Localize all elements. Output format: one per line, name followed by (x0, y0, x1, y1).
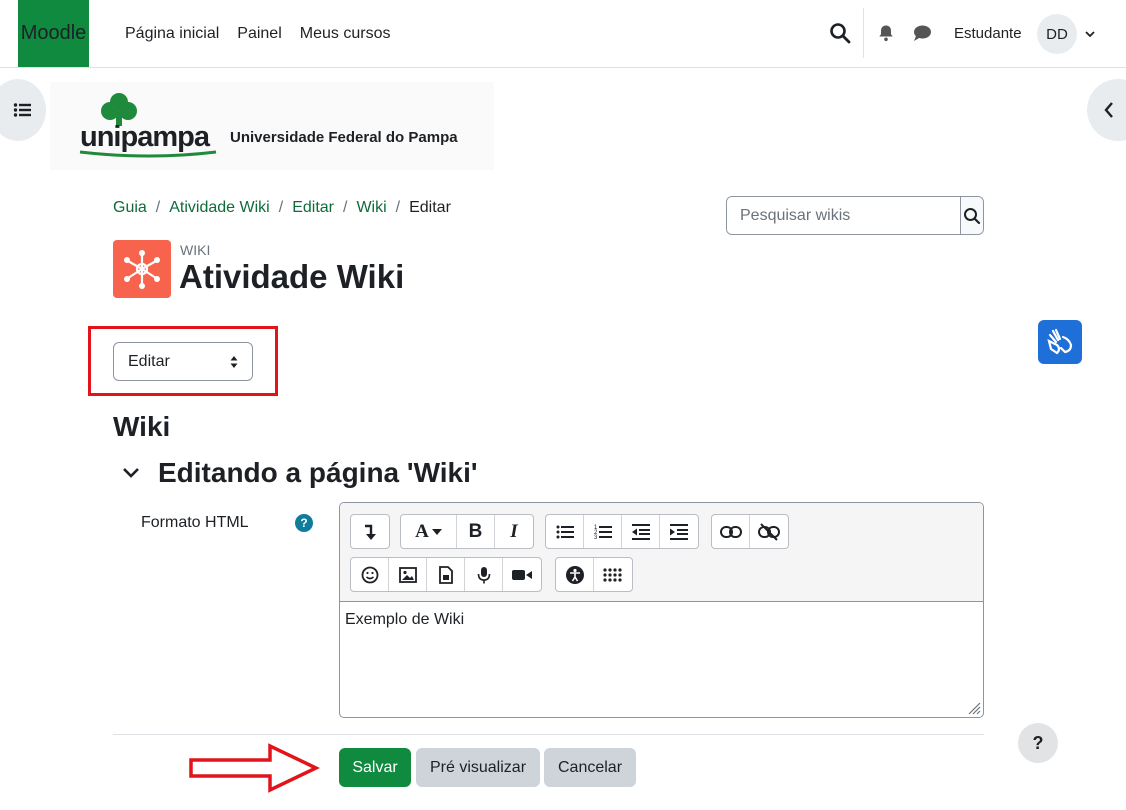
toolbar-group: 123 (545, 514, 699, 549)
toolbar-group (555, 557, 633, 592)
breadcrumb-separator: / (342, 199, 348, 216)
html-editor: A B I 123 Exemplo de Wiki (339, 502, 984, 718)
form-divider (113, 734, 984, 735)
breadcrumb-current: Editar (409, 199, 451, 216)
ordered-list-icon[interactable]: 123 (584, 515, 622, 548)
link-icon[interactable] (712, 515, 750, 548)
sign-language-hands-icon (1047, 328, 1073, 355)
sign-language-button[interactable] (1038, 320, 1082, 364)
bell-icon[interactable] (877, 24, 895, 42)
search-input[interactable] (727, 197, 960, 234)
equation-grid-icon[interactable] (594, 558, 632, 591)
institution-name: Universidade Federal do Pampa (230, 129, 458, 146)
brand-logo[interactable]: Moodle (18, 0, 89, 67)
record-audio-icon[interactable] (465, 558, 503, 591)
collapse-icon[interactable] (351, 515, 389, 548)
toolbar-group (350, 514, 390, 549)
nav-home-link[interactable]: Página inicial (116, 25, 228, 43)
font-color-icon[interactable]: A (401, 515, 457, 548)
svg-text:unipampa: unipampa (80, 121, 211, 153)
avatar[interactable]: DD (1037, 14, 1077, 54)
media-file-icon[interactable] (427, 558, 465, 591)
select-updown-icon (230, 356, 238, 368)
top-navbar: Moodle Página inicial Painel Meus cursos… (0, 0, 1126, 68)
accessibility-checker-icon[interactable] (556, 558, 594, 591)
pointer-arrow-annotation (189, 743, 320, 793)
toolbar-group (350, 557, 542, 592)
chevron-down-icon[interactable] (1083, 27, 1097, 41)
user-name[interactable]: Estudante (954, 25, 1022, 42)
italic-icon[interactable]: I (495, 515, 533, 548)
unlink-icon[interactable] (750, 515, 788, 548)
cancel-button[interactable]: Cancelar (544, 748, 636, 787)
svg-text:3: 3 (594, 535, 598, 540)
help-icon[interactable]: ? (295, 514, 313, 532)
nav-divider (863, 8, 864, 58)
editor-content-area[interactable]: Exemplo de Wiki (340, 602, 983, 717)
search-icon[interactable] (829, 22, 851, 44)
bold-icon[interactable]: B (457, 515, 495, 548)
select-value: Editar (128, 352, 170, 370)
search-submit-button[interactable] (960, 197, 983, 234)
save-button[interactable]: Salvar (339, 748, 411, 787)
wiki-search (726, 196, 984, 235)
page-title: Atividade Wiki (179, 258, 405, 295)
chat-icon[interactable] (912, 24, 932, 42)
unordered-list-icon[interactable] (546, 515, 584, 548)
unipampa-logo-icon: unipampa (79, 93, 217, 158)
list-icon (13, 103, 31, 117)
toolbar-group (711, 514, 789, 549)
record-video-icon[interactable] (503, 558, 541, 591)
toolbar-group: A B I (400, 514, 534, 549)
section-heading[interactable]: Editando a página 'Wiki' (158, 457, 478, 489)
search-icon (964, 207, 981, 224)
wiki-activity-icon (113, 240, 171, 298)
chevron-left-icon (1104, 102, 1113, 118)
wiki-mode-select[interactable]: Editar (113, 342, 253, 381)
breadcrumb-item[interactable]: Atividade Wiki (169, 199, 269, 217)
help-fab-icon[interactable]: ? (1018, 723, 1058, 763)
wiki-page-heading: Wiki (113, 411, 171, 442)
block-drawer-toggle[interactable] (1087, 79, 1126, 141)
activity-type-label: WIKI (180, 242, 211, 258)
primary-nav: Página inicial Painel Meus cursos (116, 0, 399, 68)
breadcrumb-separator: / (278, 199, 284, 216)
editor-toolbar: A B I 123 (340, 503, 983, 602)
breadcrumb: Guia / Atividade Wiki / Editar / Wiki / … (113, 199, 451, 217)
image-icon[interactable] (389, 558, 427, 591)
format-label: Formato HTML (141, 514, 249, 531)
course-index-toggle[interactable] (0, 79, 46, 141)
nav-dashboard-link[interactable]: Painel (228, 25, 290, 43)
nav-my-courses-link[interactable]: Meus cursos (291, 25, 400, 43)
breadcrumb-item[interactable]: Wiki (356, 199, 386, 217)
outdent-icon[interactable] (622, 515, 660, 548)
breadcrumb-separator: / (155, 199, 161, 216)
breadcrumb-item[interactable]: Editar (292, 199, 334, 217)
indent-icon[interactable] (660, 515, 698, 548)
preview-button[interactable]: Pré visualizar (416, 748, 540, 787)
chevron-down-icon[interactable] (122, 466, 140, 480)
editor-text: Exemplo de Wiki (345, 611, 465, 628)
breadcrumb-item[interactable]: Guia (113, 199, 147, 217)
resize-handle-icon[interactable] (967, 701, 981, 715)
emoji-icon[interactable] (351, 558, 389, 591)
breadcrumb-separator: / (395, 199, 401, 216)
institution-logo: unipampa Universidade Federal do Pampa (50, 82, 494, 170)
